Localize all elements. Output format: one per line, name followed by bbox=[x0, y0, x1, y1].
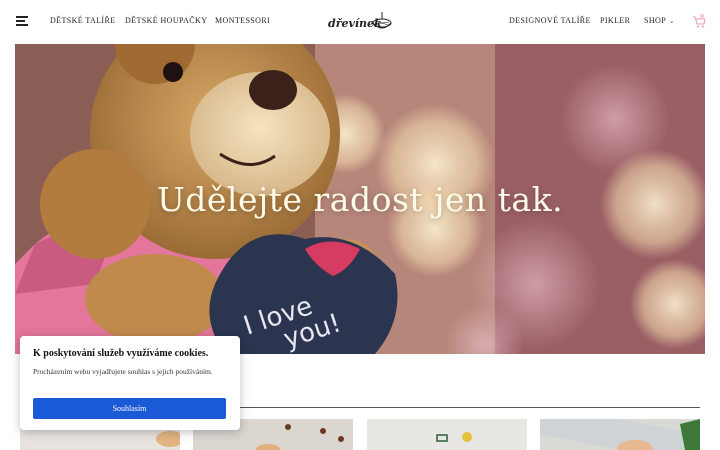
menu-icon[interactable] bbox=[16, 16, 28, 26]
product-card-3[interactable] bbox=[367, 419, 527, 450]
chevron-down-icon: ⌄ bbox=[669, 19, 675, 25]
cookie-dialog: K poskytování služeb využíváme cookies. … bbox=[20, 336, 240, 430]
section-divider bbox=[240, 407, 700, 408]
cookie-title: K poskytování služeb využíváme cookies. bbox=[33, 348, 209, 359]
accept-cookies-button[interactable]: Souhlasím bbox=[33, 398, 226, 419]
nav-pikler[interactable]: PIKLER bbox=[600, 16, 630, 25]
nav-detske-talire[interactable]: DĚTSKÉ TALÍŘE bbox=[50, 16, 116, 25]
product-card-4[interactable] bbox=[540, 419, 700, 450]
cart-icon[interactable]: 0 bbox=[692, 13, 706, 29]
nav-designove-talire[interactable]: DESIGNOVÉ TALÍŘE bbox=[509, 16, 591, 25]
nav-shop[interactable]: SHOP ⌄ bbox=[644, 16, 675, 25]
cookie-text: Procházením webu vyjadřujete souhlas s j… bbox=[33, 367, 213, 376]
nav-detske-houpacky[interactable]: DĚTSKÉ HOUPAČKY bbox=[125, 16, 207, 25]
site-header: DĚTSKÉ TALÍŘE DĚTSKÉ HOUPAČKY MONTESSORI… bbox=[0, 0, 720, 44]
nav-shop-label: SHOP bbox=[644, 16, 666, 25]
cart-badge: 0 bbox=[700, 13, 703, 18]
site-logo[interactable]: dřevínek bbox=[326, 9, 394, 35]
hero-title: Udělejte radost jen tak. bbox=[156, 180, 564, 219]
hero-banner[interactable]: I love you! Udělejte radost jen tak. bbox=[15, 44, 705, 354]
nav-montessori[interactable]: MONTESSORI bbox=[215, 16, 270, 25]
